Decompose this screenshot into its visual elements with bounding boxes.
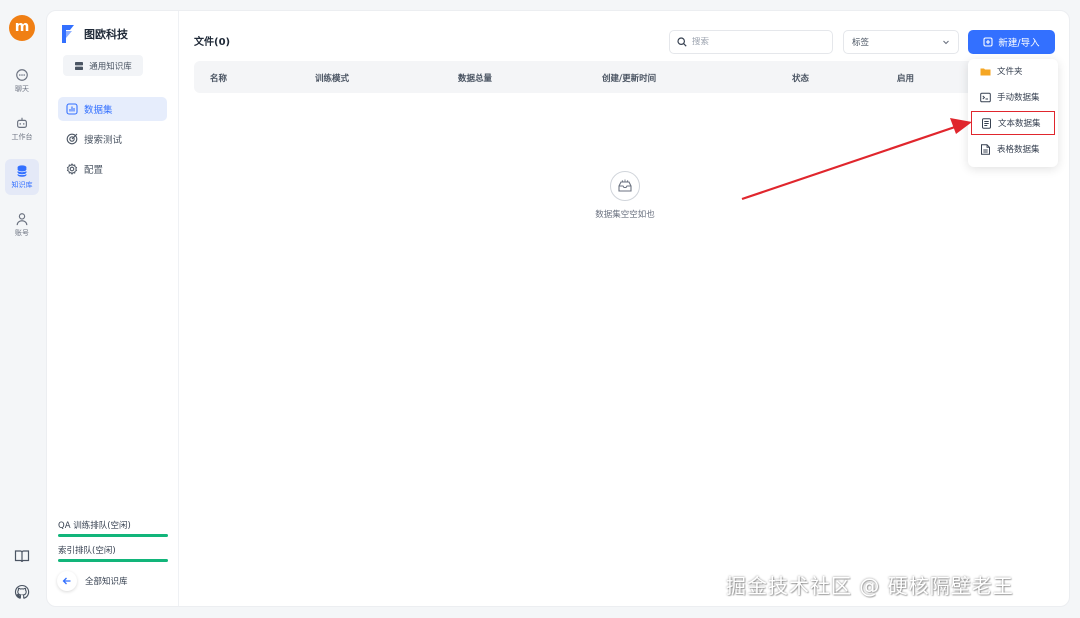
new-import-button[interactable]: 新建/导入 [968, 30, 1055, 54]
queue-label: QA 训练排队(空闲) [58, 521, 131, 531]
chevron-down-icon [943, 40, 949, 45]
kb-type-badge[interactable]: 通用知识库 [63, 55, 143, 76]
person-icon [16, 213, 28, 226]
arrow-left-icon [57, 571, 77, 591]
rail-item-label: 账号 [15, 229, 29, 237]
back-to-all-kb[interactable]: 全部知识库 [57, 571, 128, 591]
gear-icon [66, 163, 78, 175]
database-icon [17, 165, 27, 177]
queue-label: 索引排队(空闲) [58, 546, 116, 556]
rail-item-workbench[interactable]: 工作台 [5, 111, 39, 147]
rail-item-label: 工作台 [11, 133, 33, 141]
menu-item-label: 文本数据集 [998, 119, 1041, 129]
server-icon [75, 61, 84, 70]
menu-item-label: 文件夹 [997, 67, 1023, 77]
brand-logo-icon [62, 25, 74, 43]
menu-item-label: 表格数据集 [997, 145, 1040, 155]
nav-label: 搜索测试 [84, 135, 123, 146]
menu-item-manual-dataset[interactable]: 手动数据集 [971, 85, 1055, 109]
qa-queue-status: QA 训练排队(空闲) [58, 519, 168, 537]
bar-chart-icon [66, 103, 78, 115]
back-label: 全部知识库 [85, 577, 128, 587]
column-header-enabled[interactable]: 启用 [897, 72, 914, 84]
new-import-dropdown: 文件夹 手动数据集 文本数据集 表格数据集 [968, 59, 1058, 167]
kb-sidebar: 图欧科技 通用知识库 数据集 搜索测试 配置 QA 训练排队(空闲) 索引排队(… [47, 11, 179, 606]
queue-progress-bar [58, 559, 168, 562]
tag-select[interactable]: 标签 [843, 30, 959, 54]
table-header: 名称 训练模式 数据总量 创建/更新时间 状态 启用 [194, 61, 1056, 93]
rail-item-account[interactable]: 账号 [5, 207, 39, 243]
github-icon[interactable] [14, 584, 30, 600]
book-icon[interactable] [14, 548, 30, 564]
brand: 图欧科技 [60, 23, 128, 45]
menu-item-label: 手动数据集 [997, 93, 1040, 103]
menu-item-table-dataset[interactable]: 表格数据集 [971, 137, 1055, 161]
empty-box-icon [610, 171, 640, 201]
rail-item-label: 知识库 [11, 181, 33, 189]
column-header-created-updated[interactable]: 创建/更新时间 [602, 72, 656, 84]
nav-label: 配置 [84, 165, 104, 176]
nav-datasets[interactable]: 数据集 [58, 97, 167, 121]
nav-label: 数据集 [84, 105, 113, 116]
nav-search-test[interactable]: 搜索测试 [58, 127, 167, 151]
rail-bottom [0, 548, 44, 600]
page-title: 文件(0) [194, 37, 231, 48]
queue-progress-bar [58, 534, 168, 537]
rail-item-label: 聊天 [15, 85, 29, 93]
terminal-icon [980, 92, 991, 102]
document-icon [982, 117, 991, 129]
new-import-label: 新建/导入 [998, 38, 1040, 49]
avatar[interactable]: m [9, 15, 35, 41]
menu-item-folder[interactable]: 文件夹 [971, 59, 1055, 83]
empty-state: 数据集空空如也 [565, 171, 685, 220]
folder-icon [980, 68, 991, 75]
rail-item-knowledge-base[interactable]: 知识库 [5, 159, 39, 195]
tag-select-value: 标签 [852, 38, 870, 48]
column-header-name[interactable]: 名称 [210, 72, 227, 84]
watermark-text: 掘金技术社区 @ 硬核隔壁老王 [726, 574, 1014, 598]
column-header-training-mode[interactable]: 训练模式 [315, 72, 349, 84]
kb-type-label: 通用知识库 [89, 61, 132, 72]
index-queue-status: 索引排队(空闲) [58, 544, 168, 562]
import-icon [983, 37, 993, 47]
chat-icon [16, 69, 28, 81]
nav-config[interactable]: 配置 [58, 157, 167, 181]
menu-item-text-dataset[interactable]: 文本数据集 [971, 111, 1055, 135]
brand-name: 图欧科技 [84, 28, 128, 41]
rail-item-chat[interactable]: 聊天 [5, 63, 39, 99]
table-file-icon [981, 143, 990, 155]
left-rail: m 聊天 工作台 知识库 账号 [0, 0, 44, 618]
robot-icon [17, 117, 27, 128]
column-header-data-total[interactable]: 数据总量 [458, 72, 492, 84]
main-panel: 图欧科技 通用知识库 数据集 搜索测试 配置 QA 训练排队(空闲) 索引排队(… [46, 10, 1070, 607]
search-input[interactable] [692, 37, 822, 47]
column-header-status[interactable]: 状态 [792, 72, 809, 84]
empty-text: 数据集空空如也 [595, 210, 655, 220]
search-box[interactable] [669, 30, 833, 54]
search-icon [677, 37, 687, 47]
target-icon [66, 133, 78, 145]
